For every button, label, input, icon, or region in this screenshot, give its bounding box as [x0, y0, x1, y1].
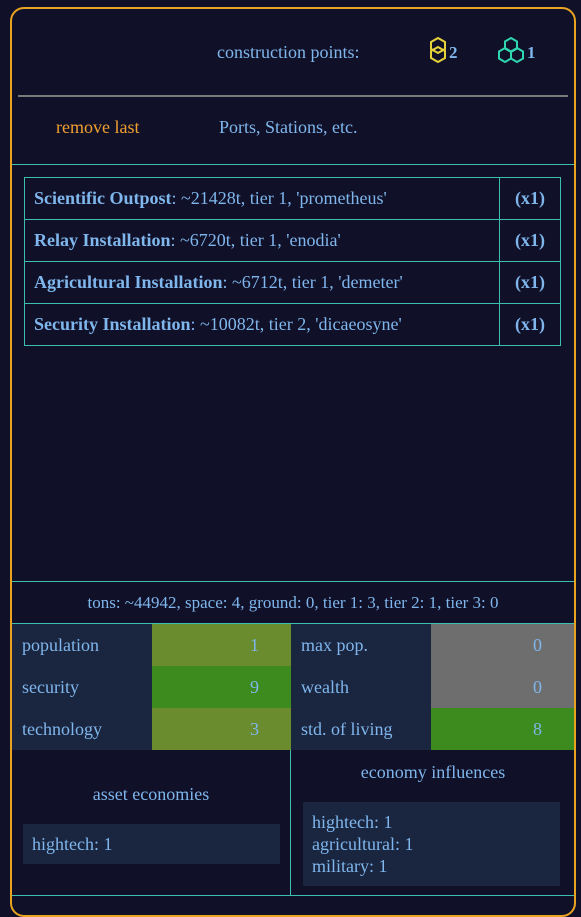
std-of-living-value: 8: [431, 708, 574, 750]
cube-cluster-icon: [498, 37, 524, 63]
installation-count: (x1): [499, 303, 561, 346]
installations-panel: Scientific Outpost: ~21428t, tier 1, 'pr…: [12, 164, 574, 582]
economy-influences-column: economy influences hightech: 1 agricultu…: [292, 750, 574, 896]
population-label: population: [12, 624, 152, 666]
colony-panel: construction points: 2 1 remove last Por…: [10, 7, 576, 917]
wealth-label: wealth: [291, 666, 431, 708]
asset-economies-heading: asset economies: [92, 784, 210, 804]
installation-name: Scientific Outpost: [34, 188, 172, 208]
max-pop-label: max pop.: [291, 624, 431, 666]
installation-count: (x1): [499, 177, 561, 220]
installation-cell: Security Installation: ~10082t, tier 2, …: [24, 303, 500, 346]
list-item: agricultural: 1: [312, 834, 414, 854]
yellow-construction-points: 2: [430, 37, 458, 63]
economy-influences-box: hightech: 1 agricultural: 1 military: 1: [303, 802, 560, 886]
header-divider: [18, 95, 568, 97]
economy-influences-heading: economy influences: [360, 762, 506, 782]
construction-points-row: construction points: 2 1: [12, 9, 574, 97]
installation-name: Relay Installation: [34, 230, 171, 250]
installations-table: Scientific Outpost: ~21428t, tier 1, 'pr…: [24, 177, 561, 346]
list-item: military: 1: [312, 856, 388, 876]
installation-name: Agricultural Installation: [34, 272, 223, 292]
installation-cell: Relay Installation: ~6720t, tier 1, 'eno…: [24, 219, 500, 262]
technology-label: technology: [12, 708, 152, 750]
installation-cell: Scientific Outpost: ~21428t, tier 1, 'pr…: [24, 177, 500, 220]
table-row[interactable]: Agricultural Installation: ~6712t, tier …: [24, 261, 561, 304]
installation-details: : ~6712t, tier 1, 'demeter': [222, 272, 403, 292]
ports-stations-button[interactable]: Ports, Stations, etc.: [219, 117, 358, 138]
teal-points-count: 1: [527, 43, 536, 62]
totals-summary: tons: ~44942, space: 4, ground: 0, tier …: [87, 593, 499, 612]
yellow-points-count: 2: [449, 43, 458, 62]
table-row[interactable]: Relay Installation: ~6720t, tier 1, 'eno…: [24, 219, 561, 262]
economies-section: asset economies hightech: 1 economy infl…: [12, 750, 574, 896]
security-label: security: [12, 666, 152, 708]
installation-details: : ~21428t, tier 1, 'prometheus': [171, 188, 387, 208]
stats-grid: population 1 max pop. 0 security 9 wealt…: [12, 623, 574, 750]
table-row[interactable]: Security Installation: ~10082t, tier 2, …: [24, 303, 561, 346]
list-item: hightech: 1: [312, 812, 393, 832]
remove-last-button[interactable]: remove last: [56, 117, 139, 138]
construction-points-label: construction points:: [217, 42, 360, 62]
installation-count: (x1): [499, 219, 561, 262]
teal-construction-points: 1: [498, 37, 536, 63]
installation-details: : ~10082t, tier 2, 'dicaeosyne': [190, 314, 402, 334]
technology-value: 3: [152, 708, 291, 750]
installation-details: : ~6720t, tier 1, 'enodia': [170, 230, 341, 250]
max-pop-value: 0: [431, 624, 574, 666]
list-item: hightech: 1: [32, 834, 113, 854]
installation-name: Security Installation: [34, 314, 191, 334]
std-of-living-label: std. of living: [291, 708, 431, 750]
asset-economies-box: hightech: 1: [23, 824, 280, 864]
wealth-value: 0: [431, 666, 574, 708]
hexagon-stack-icon: [430, 37, 446, 63]
asset-economies-column: asset economies hightech: 1: [12, 750, 291, 896]
installation-cell: Agricultural Installation: ~6712t, tier …: [24, 261, 500, 304]
installation-count: (x1): [499, 261, 561, 304]
population-value: 1: [152, 624, 291, 666]
table-row[interactable]: Scientific Outpost: ~21428t, tier 1, 'pr…: [24, 177, 561, 220]
security-value: 9: [152, 666, 291, 708]
